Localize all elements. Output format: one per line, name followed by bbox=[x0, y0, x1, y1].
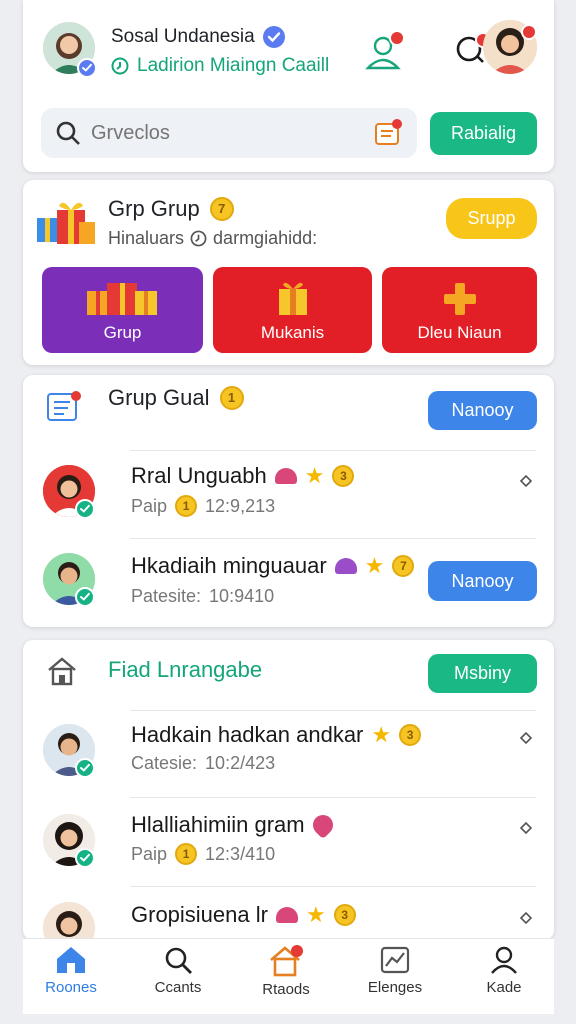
add-user-button[interactable] bbox=[363, 30, 407, 74]
row-action-button[interactable]: Nanooy bbox=[428, 561, 537, 601]
screen: Sosal Undanesia Ladirion Miaingn Caaill bbox=[0, 0, 576, 1024]
nav-item-home[interactable]: Roones bbox=[26, 945, 116, 996]
gift-icon bbox=[86, 283, 157, 315]
tile-dleu-niaun[interactable]: Dleu Niaun bbox=[382, 267, 537, 353]
coin-icon: 7 bbox=[392, 555, 415, 577]
divider bbox=[130, 710, 536, 711]
divider bbox=[130, 538, 536, 539]
tile-label: Mukanis bbox=[260, 323, 325, 342]
row-subtitle: Paip 1 12:9,213 bbox=[131, 495, 276, 517]
chevron-icon[interactable] bbox=[516, 818, 536, 838]
coin-icon: 1 bbox=[175, 495, 198, 517]
row-subtitle: Patesite: 10:9410 bbox=[131, 586, 275, 606]
search-icon bbox=[56, 121, 80, 145]
coin-icon: 1 bbox=[219, 386, 244, 410]
user-subtitle: Ladirion Miaingn Caaill bbox=[111, 55, 329, 77]
group-join-button[interactable]: Srupp bbox=[446, 198, 537, 239]
chevron-icon[interactable] bbox=[516, 471, 536, 491]
search-input[interactable] bbox=[91, 118, 351, 148]
user-name: Sosal Undanesia bbox=[111, 26, 285, 48]
group-title: Grp Grup 7 bbox=[108, 196, 234, 222]
notes-icon bbox=[375, 119, 402, 145]
nav-item-elenges[interactable]: Elenges bbox=[350, 945, 440, 996]
avatar bbox=[43, 902, 95, 940]
tile-label: Grup bbox=[103, 323, 142, 342]
star-icon: ★ bbox=[364, 553, 385, 578]
friends-title: Fiad Lnrangabe bbox=[108, 657, 263, 682]
feed-header-button[interactable]: Nanooy bbox=[428, 391, 537, 430]
verified-check-icon bbox=[262, 26, 285, 48]
home-icon bbox=[57, 947, 85, 973]
chevron-icon[interactable] bbox=[516, 908, 536, 928]
star-icon: ★ bbox=[304, 463, 325, 488]
verified-badge-icon bbox=[75, 587, 95, 607]
search-icon bbox=[165, 947, 192, 974]
header-card: Sosal Undanesia Ladirion Miaingn Caaill bbox=[23, 0, 554, 172]
chart-icon bbox=[380, 946, 410, 974]
clock-icon bbox=[190, 230, 207, 247]
nav-item-search[interactable]: Ccants bbox=[133, 945, 223, 996]
gift-icon bbox=[37, 202, 95, 244]
group-subtitle: Hinaluars darmgiahidd: bbox=[108, 228, 318, 248]
tile-mukanis[interactable]: Mukanis bbox=[213, 267, 372, 353]
coin-icon: 3 bbox=[399, 724, 422, 746]
row-title: Hadkain hadkan andkar ★ 3 bbox=[131, 722, 422, 748]
hat-icon bbox=[275, 907, 298, 923]
house-icon bbox=[270, 945, 303, 977]
coin-icon: 3 bbox=[333, 904, 356, 926]
gift-box-icon bbox=[278, 282, 307, 315]
divider bbox=[130, 886, 536, 887]
notes-button[interactable] bbox=[373, 118, 403, 148]
coin-icon: 3 bbox=[332, 465, 355, 487]
chevron-icon[interactable] bbox=[516, 728, 536, 748]
friends-card: Fiad Lnrangabe Msbiny Hadkain hadkan and… bbox=[23, 640, 554, 940]
star-icon: ★ bbox=[305, 902, 326, 927]
tile-label: Dleu Niaun bbox=[417, 323, 502, 342]
plus-icon bbox=[443, 283, 476, 315]
coin-icon: 7 bbox=[209, 197, 234, 221]
verified-badge-icon bbox=[77, 58, 97, 78]
row-subtitle: Paip 1 12:3/410 bbox=[131, 843, 276, 865]
divider bbox=[130, 450, 536, 451]
hat-icon bbox=[274, 468, 297, 484]
friends-header-button[interactable]: Msbiny bbox=[428, 654, 537, 693]
row-subtitle: Catesie: 10:2/423 bbox=[131, 753, 276, 773]
house-outline-icon bbox=[48, 657, 76, 686]
notification-dot bbox=[521, 24, 537, 40]
nav-item-profile[interactable]: Kade bbox=[459, 945, 549, 996]
heart-icon bbox=[308, 810, 337, 840]
feed-card: Grup Gual 1 Nanooy Rral Unguabh ★ 3 Paip… bbox=[23, 375, 554, 627]
search-bar[interactable] bbox=[41, 108, 417, 158]
document-icon bbox=[47, 391, 81, 421]
nav-item-rtaods[interactable]: Rtaods bbox=[241, 945, 331, 998]
star-icon: ★ bbox=[371, 722, 392, 747]
clock-icon bbox=[111, 57, 129, 75]
notification-dot bbox=[389, 30, 405, 46]
divider bbox=[130, 797, 536, 798]
search-action-button[interactable]: Rabialig bbox=[430, 112, 537, 155]
verified-badge-icon bbox=[75, 499, 95, 519]
profile-icon bbox=[491, 946, 517, 974]
verified-badge-icon bbox=[75, 758, 95, 778]
row-title: Gropisiuena lr ★ 3 bbox=[131, 902, 356, 928]
coin-icon: 1 bbox=[175, 843, 198, 865]
tile-grup[interactable]: Grup bbox=[42, 267, 203, 353]
row-title: Hkadiaih minguauar ★ 7 bbox=[131, 553, 415, 579]
verified-badge-icon bbox=[75, 848, 95, 868]
feed-title: Grup Gual 1 bbox=[108, 385, 244, 411]
hat-icon bbox=[334, 558, 357, 574]
row-title: Rral Unguabh ★ 3 bbox=[131, 463, 355, 489]
row-title: Hlalliahimiin gram bbox=[131, 810, 337, 840]
